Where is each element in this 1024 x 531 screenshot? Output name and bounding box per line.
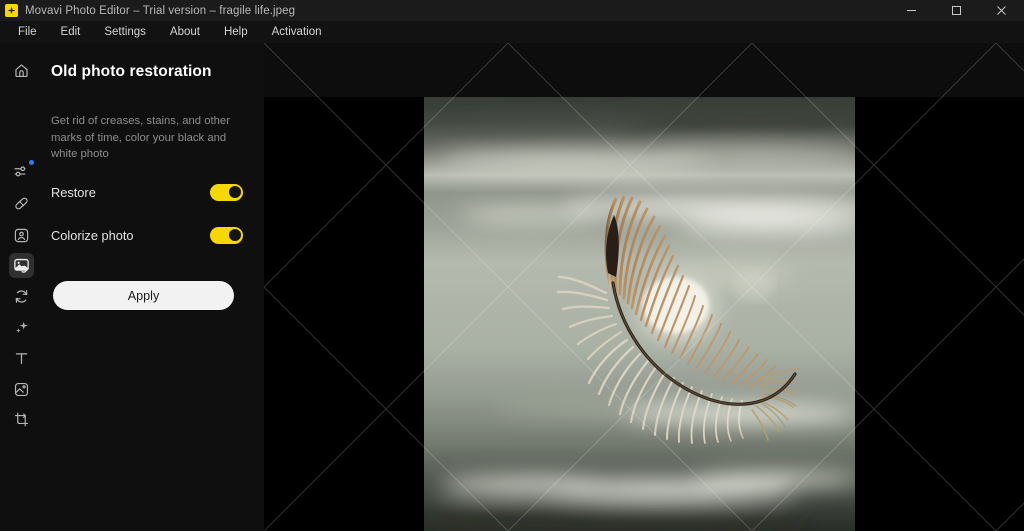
rail-item-change-background[interactable] — [9, 284, 34, 309]
colorize-photo-label: Colorize photo — [51, 227, 134, 243]
portrait-frame-icon — [13, 227, 30, 244]
text-t-icon — [13, 350, 30, 367]
refresh-circle-icon — [13, 288, 30, 305]
canvas-top-inset — [264, 43, 1024, 97]
rail-item-text[interactable] — [9, 346, 34, 371]
menu-item-help[interactable]: Help — [212, 23, 260, 41]
window-controls — [889, 0, 1024, 21]
panel-description: Get rid of creases, stains, and other ma… — [51, 115, 230, 161]
restore-row: Restore — [51, 180, 243, 204]
rail-item-adjust[interactable] — [9, 159, 34, 184]
photo-preview[interactable] — [424, 97, 855, 531]
toggle-knob-icon — [228, 186, 241, 198]
photo-editor-window: Movavi Photo Editor – Trial version – fr… — [0, 0, 1024, 531]
bandage-icon — [13, 195, 30, 212]
minimize-icon[interactable] — [889, 0, 934, 21]
menu-item-activation[interactable]: Activation — [260, 23, 334, 41]
tool-rail — [0, 43, 43, 531]
window-title: Movavi Photo Editor – Trial version – fr… — [25, 4, 296, 17]
colorize-row: Colorize photo — [51, 223, 243, 247]
sparkle-icon — [13, 319, 30, 336]
rail-item-crop[interactable] — [9, 407, 34, 432]
crop-icon — [13, 411, 30, 428]
maximize-icon[interactable] — [934, 0, 979, 21]
rail-item-old-photo-restoration[interactable] — [9, 253, 34, 278]
close-icon[interactable] — [979, 0, 1024, 21]
toggle-knob-icon — [228, 229, 241, 241]
tool-panel: Old photo restoration Get rid of creases… — [43, 43, 264, 531]
rail-item-object-removal[interactable] — [9, 223, 34, 248]
menu-item-edit[interactable]: Edit — [49, 23, 93, 41]
photo-restore-icon — [13, 257, 30, 274]
notification-badge-icon — [29, 160, 34, 165]
restore-label: Restore — [51, 184, 96, 200]
panel-title: Old photo restoration — [51, 63, 212, 80]
rail-item-effects[interactable] — [9, 315, 34, 340]
menu-bar: File Edit Settings About Help Activation — [0, 21, 1024, 43]
home-icon — [13, 62, 30, 79]
colorize-photo-toggle[interactable] — [210, 226, 243, 244]
sliders-icon — [13, 163, 30, 180]
menu-item-settings[interactable]: Settings — [92, 23, 158, 41]
movavi-logo-icon — [5, 4, 18, 17]
rail-item-frames[interactable] — [9, 377, 34, 402]
apply-button[interactable]: Apply — [53, 281, 234, 310]
frame-icon — [13, 381, 30, 398]
rail-item-home[interactable] — [9, 58, 34, 83]
image-canvas[interactable] — [264, 43, 1024, 531]
rail-item-retouch[interactable] — [9, 191, 34, 216]
restore-toggle[interactable] — [210, 183, 243, 201]
title-bar: Movavi Photo Editor – Trial version – fr… — [0, 0, 1024, 21]
menu-item-file[interactable]: File — [6, 23, 49, 41]
menu-item-about[interactable]: About — [158, 23, 212, 41]
